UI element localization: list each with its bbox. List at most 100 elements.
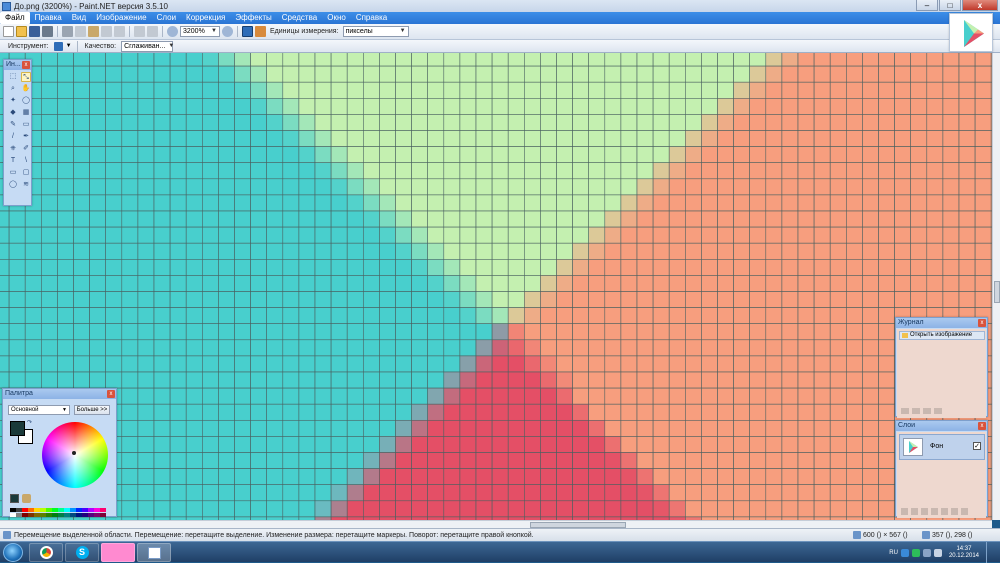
zoom-in-icon[interactable] <box>222 26 233 37</box>
tool-ellipse-icon[interactable]: ◯ <box>8 180 18 190</box>
steam-icon[interactable] <box>900 548 909 557</box>
tool-paint-bucket-icon[interactable]: ◆ <box>8 108 18 118</box>
tool-freeform-shape-icon[interactable]: ≋ <box>21 180 31 190</box>
start-button[interactable] <box>3 543 23 562</box>
network-icon[interactable] <box>911 548 920 557</box>
palette-window-title[interactable]: Палитра x <box>3 389 116 399</box>
tool-paintbrush-icon[interactable]: ✎ <box>8 120 18 130</box>
tool-gradient-icon[interactable]: ▦ <box>21 108 31 118</box>
image-thumbnail-preview[interactable] <box>949 13 993 52</box>
crop-icon[interactable] <box>101 26 112 37</box>
merge-layer-icon[interactable] <box>931 508 938 515</box>
pixel-grid-image[interactable] <box>0 53 992 520</box>
taskbar-pink-app[interactable] <box>101 543 135 562</box>
vertical-scroll-thumb[interactable] <box>994 281 1000 303</box>
tool-recolor-icon[interactable]: ✐ <box>21 144 31 154</box>
layers-window-close-button[interactable]: x <box>978 422 986 430</box>
tool-pencil-icon[interactable]: / <box>8 132 18 142</box>
grid-toggle-icon[interactable] <box>242 26 253 37</box>
tool-pan-icon[interactable]: ✋ <box>21 84 31 94</box>
image-canvas[interactable] <box>0 53 992 520</box>
layer-row[interactable]: Фон ✓ <box>899 434 985 460</box>
save-icon[interactable] <box>29 26 40 37</box>
copy-icon[interactable] <box>75 26 86 37</box>
fast-forward-icon[interactable] <box>934 408 942 414</box>
tool-move-selected-icon[interactable]: ⤡ <box>21 72 31 82</box>
horizontal-scrollbar[interactable] <box>0 520 992 528</box>
zoom-select[interactable]: 3200% ▼ <box>180 26 220 37</box>
rewind-icon[interactable] <box>901 408 909 414</box>
palette-swatch[interactable] <box>100 513 106 517</box>
menu-file[interactable]: Файл <box>0 12 30 24</box>
tool-rounded-rectangle-icon[interactable]: ▢ <box>21 168 31 178</box>
tool-eraser-icon[interactable]: ▭ <box>21 120 31 130</box>
chevron-down-icon[interactable]: ▼ <box>66 43 72 49</box>
tools-window-title[interactable]: Ин... x <box>4 60 31 70</box>
paste-icon[interactable] <box>88 26 99 37</box>
open-file-icon[interactable] <box>16 26 27 37</box>
quality-select[interactable]: Сглаживан... ▼ <box>121 40 174 52</box>
vertical-scrollbar[interactable] <box>992 53 1000 520</box>
tool-lasso-icon[interactable]: ◯ <box>21 96 31 106</box>
undo-icon[interactable] <box>912 408 920 414</box>
print-icon[interactable] <box>42 26 53 37</box>
flag-icon[interactable] <box>922 548 931 557</box>
taskbar-chrome[interactable] <box>29 543 63 562</box>
language-indicator[interactable]: RU <box>889 550 898 556</box>
history-window-title[interactable]: Журнал x <box>896 318 987 328</box>
show-desktop-button[interactable] <box>986 542 994 563</box>
close-button[interactable]: x <box>962 0 998 11</box>
more-colors-button[interactable]: Больше >> <box>74 405 110 415</box>
tool-rectangle-icon[interactable]: ▭ <box>8 168 18 178</box>
current-tool-icon[interactable] <box>53 41 63 51</box>
palette-mode-select[interactable]: Основной ▼ <box>8 405 70 415</box>
zoom-out-icon[interactable] <box>167 26 178 37</box>
deselect-icon[interactable] <box>114 26 125 37</box>
primary-color-swatch[interactable] <box>10 421 25 436</box>
maximize-button[interactable]: □ <box>939 0 961 11</box>
menu-edit[interactable]: Правка <box>30 12 67 24</box>
duplicate-layer-icon[interactable] <box>921 508 928 515</box>
minimize-button[interactable]: – <box>916 0 938 11</box>
layers-window-title[interactable]: Слои x <box>896 421 987 431</box>
color-wheel[interactable] <box>42 422 108 488</box>
move-layer-down-icon[interactable] <box>951 508 958 515</box>
menu-utilities[interactable]: Средства <box>277 12 322 24</box>
taskbar-paint-net[interactable] <box>137 543 171 562</box>
menu-window[interactable]: Окно <box>322 12 351 24</box>
menu-effects[interactable]: Эффекты <box>230 12 276 24</box>
swap-colors-icon[interactable]: ↷ <box>27 419 32 426</box>
tool-color-picker-icon[interactable]: ✒ <box>21 132 31 142</box>
menu-adjustments[interactable]: Коррекция <box>181 12 230 24</box>
delete-layer-icon[interactable] <box>911 508 918 515</box>
reset-colors-icon[interactable] <box>10 494 19 503</box>
tool-text-icon[interactable]: T <box>8 156 18 166</box>
add-layer-icon[interactable] <box>901 508 908 515</box>
redo-icon[interactable] <box>147 26 158 37</box>
undo-icon[interactable] <box>134 26 145 37</box>
history-window-close-button[interactable]: x <box>978 319 986 327</box>
cut-icon[interactable] <box>62 26 73 37</box>
menu-help[interactable]: Справка <box>351 12 392 24</box>
volume-icon[interactable] <box>933 548 942 557</box>
new-file-icon[interactable] <box>3 26 14 37</box>
taskbar-skype[interactable]: S <box>65 543 99 562</box>
tool-magic-wand-icon[interactable]: ✦ <box>8 96 18 106</box>
menu-view[interactable]: Вид <box>67 12 91 24</box>
layer-visibility-checkbox[interactable]: ✓ <box>973 442 981 450</box>
history-item[interactable]: Открыть изображение <box>899 331 985 340</box>
tools-window-close-button[interactable]: x <box>22 61 30 69</box>
redo-icon[interactable] <box>923 408 931 414</box>
palette-menu-icon[interactable] <box>22 494 31 503</box>
menu-image[interactable]: Изображение <box>91 12 151 24</box>
tool-line-icon[interactable]: \ <box>21 156 31 166</box>
tool-move-selection-icon[interactable]: ⬚ <box>8 72 18 82</box>
units-select[interactable]: пикселы ▼ <box>342 26 409 37</box>
tool-clone-stamp-icon[interactable]: ⎈ <box>8 144 18 154</box>
layer-properties-icon[interactable] <box>961 508 968 515</box>
palette-swatch[interactable] <box>100 508 106 512</box>
menu-layers[interactable]: Слои <box>152 12 181 24</box>
move-layer-up-icon[interactable] <box>941 508 948 515</box>
palette-window-close-button[interactable]: x <box>107 390 115 398</box>
rulers-icon[interactable] <box>255 26 266 37</box>
